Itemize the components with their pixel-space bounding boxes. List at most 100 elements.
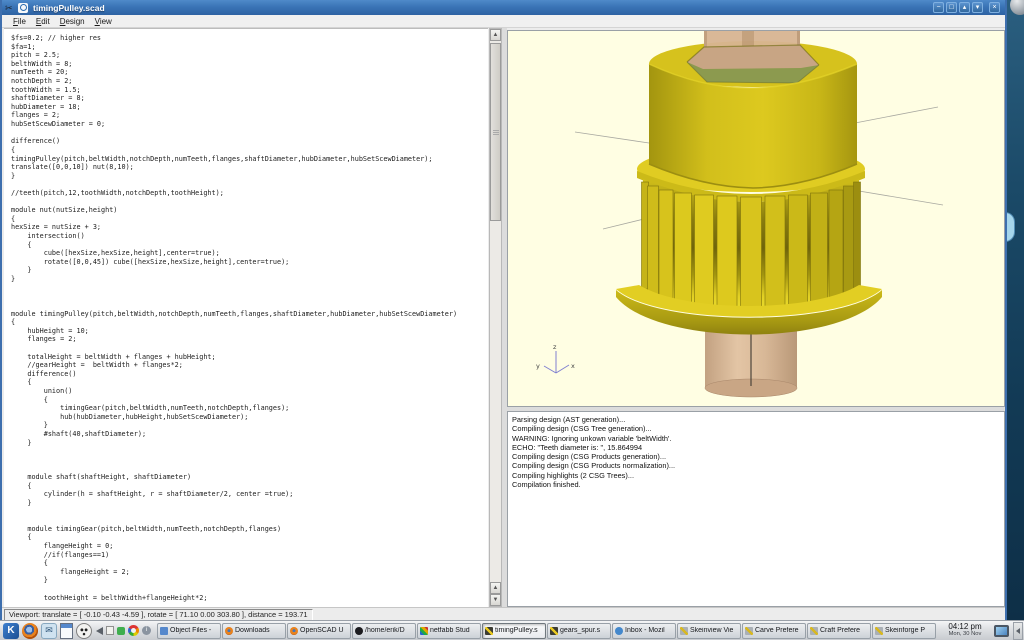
- code-line: hub(hubDiameter,hubHeight,hubSetScewDiam…: [11, 412, 249, 421]
- clock-time: 04:12 pm: [948, 622, 982, 632]
- task-button[interactable]: Craft Prefere: [807, 622, 871, 639]
- code-line: notchDepth = 2;: [11, 77, 73, 86]
- scroll-down-button[interactable]: ▼: [490, 594, 501, 606]
- menu-design[interactable]: Design: [55, 17, 90, 26]
- openscad-icon: [550, 626, 558, 635]
- skeinforge-icon: [875, 626, 883, 635]
- task-label: Skeinforge P: [885, 627, 926, 634]
- konqueror-icon: [160, 626, 168, 635]
- code-line: {: [11, 378, 32, 387]
- menu-file[interactable]: File: [8, 17, 31, 26]
- task-button[interactable]: Skeinview Vie: [677, 622, 741, 639]
- code-line: module timingGear(pitch,beltWidth,numTee…: [11, 524, 282, 533]
- thunderbird-icon[interactable]: ✉: [41, 622, 57, 639]
- code-line: #shaft(40,shaftDiameter);: [11, 430, 147, 439]
- code-line: timingGear(pitch,beltWidth,numTeeth,notc…: [11, 404, 290, 413]
- code-line: module timingPulley(pitch,beltWidth,notc…: [11, 309, 458, 318]
- terminal-icon: [355, 626, 363, 635]
- menu-edit[interactable]: Edit: [31, 17, 55, 26]
- code-line: $fa=1;: [11, 42, 36, 51]
- code-line: }: [11, 438, 32, 447]
- firefox-icon: [290, 626, 298, 635]
- skeinforge-icon: [680, 626, 688, 635]
- task-button[interactable]: timingPulley.s: [482, 622, 546, 639]
- task-button[interactable]: Inbox - Mozil: [612, 622, 676, 639]
- code-line: //teeth(pitch,12,toothWidth,notchDepth,t…: [11, 188, 224, 197]
- 3d-viewport[interactable]: z x y: [507, 30, 1005, 407]
- netfabb-icon: [420, 626, 428, 635]
- console-line: Compiling design (CSG Products generatio…: [512, 452, 667, 462]
- scroll-up-button[interactable]: ▲: [490, 29, 501, 41]
- pulley-render: z x y: [536, 31, 944, 398]
- skeinforge-icon: [745, 626, 753, 635]
- taskbar-hide-button[interactable]: [1013, 621, 1023, 640]
- openscad-window: ✂ timingPulley.scad − □ ▴ ▾ × File Edit Design…: [0, 0, 1007, 621]
- task-button[interactable]: Skeinforge P: [872, 622, 936, 639]
- task-label: Object Files -: [170, 627, 212, 634]
- axis-z-label: z: [553, 343, 557, 351]
- code-line: timingPulley(pitch,beltWidth,notchDepth,…: [11, 154, 433, 163]
- code-line: flanges = 2;: [11, 111, 61, 120]
- keep-below-button[interactable]: ▾: [972, 2, 983, 13]
- task-button[interactable]: Carve Prefere: [742, 622, 806, 639]
- axis-x-label: x: [571, 362, 575, 370]
- update-icon[interactable]: [117, 626, 125, 635]
- console-line: Compiling design (CSG Products normaliza…: [512, 461, 676, 471]
- clock-date: Mon, 30 Nov: [948, 631, 982, 638]
- code-line: toothHeight = belthWidth+flangeHeight*2;: [11, 593, 208, 602]
- titlebar[interactable]: ✂ timingPulley.scad − □ ▴ ▾ ×: [2, 0, 1005, 15]
- console-line: WARNING: Ignoring unkown variable 'beltW…: [512, 433, 672, 443]
- code-line: {: [11, 533, 32, 542]
- task-label: OpenSCAD U: [300, 627, 344, 634]
- code-line: {: [11, 559, 48, 568]
- task-button[interactable]: netfabb Stud: [417, 622, 481, 639]
- tray-mini-icons: i: [96, 625, 151, 636]
- clipboard-icon[interactable]: [106, 626, 114, 635]
- browser-swirl-icon[interactable]: [128, 625, 139, 636]
- task-label: Craft Prefere: [820, 627, 861, 634]
- desktop-background: [1005, 0, 1024, 620]
- task-button[interactable]: gears_spur.s: [547, 622, 611, 639]
- code-line: hubDiameter = 18;: [11, 102, 81, 111]
- task-button[interactable]: Object Files -: [157, 622, 221, 639]
- code-line: //if(flanges==1): [11, 550, 110, 559]
- code-line: }: [11, 576, 48, 585]
- code-line: toothWidth = 1.5;: [11, 85, 81, 94]
- code-line: hexSize = nutSize + 3;: [11, 223, 102, 232]
- notes-icon[interactable]: [60, 622, 73, 639]
- editor-scrollbar[interactable]: ▲ ▲ ▼: [489, 28, 502, 607]
- firefox-icon[interactable]: [22, 622, 38, 639]
- scrollbar-thumb[interactable]: [490, 43, 501, 221]
- task-label: timingPulley.s: [495, 627, 538, 634]
- monitor-tray-icon[interactable]: [994, 624, 1009, 637]
- close-button[interactable]: ×: [989, 2, 1000, 13]
- info-icon[interactable]: i: [142, 626, 151, 635]
- window-buttons: − □ ▴ ▾ ×: [933, 2, 1000, 13]
- task-button[interactable]: /home/erik/D: [352, 622, 416, 639]
- code-line: rotate([0,0,45]) cube([hexSize,hexSize,h…: [11, 257, 290, 266]
- code-line: union(): [11, 386, 73, 395]
- code-editor[interactable]: $fs=0.2; // higher res $fa=1; pitch = 2.5;…: [4, 28, 488, 607]
- taskbar-clock[interactable]: 04:12 pm Mon, 30 Nov: [940, 623, 990, 638]
- console-line: ECHO: "Teeth diameter is: ", 15.864994: [512, 442, 643, 452]
- screen: ✂ timingPulley.scad − □ ▴ ▾ × File Edit Design…: [0, 0, 1024, 640]
- power-socket-icon[interactable]: [76, 622, 92, 639]
- code-line: }: [11, 275, 16, 284]
- task-button[interactable]: OpenSCAD U: [287, 622, 351, 639]
- minimize-button[interactable]: −: [933, 2, 944, 13]
- keep-above-button[interactable]: ▴: [959, 2, 970, 13]
- code-line: {: [11, 214, 16, 223]
- volume-icon[interactable]: [96, 626, 103, 635]
- task-button[interactable]: Downloads: [222, 622, 286, 639]
- menu-view[interactable]: View: [90, 17, 117, 26]
- maximize-button[interactable]: □: [946, 2, 957, 13]
- task-label: Skeinview Vie: [690, 627, 734, 634]
- code-line: intersection(): [11, 232, 85, 241]
- code-line: {: [11, 481, 32, 490]
- kmenu-icon[interactable]: K: [3, 622, 19, 639]
- scroll-up-button-bottom[interactable]: ▲: [490, 582, 501, 594]
